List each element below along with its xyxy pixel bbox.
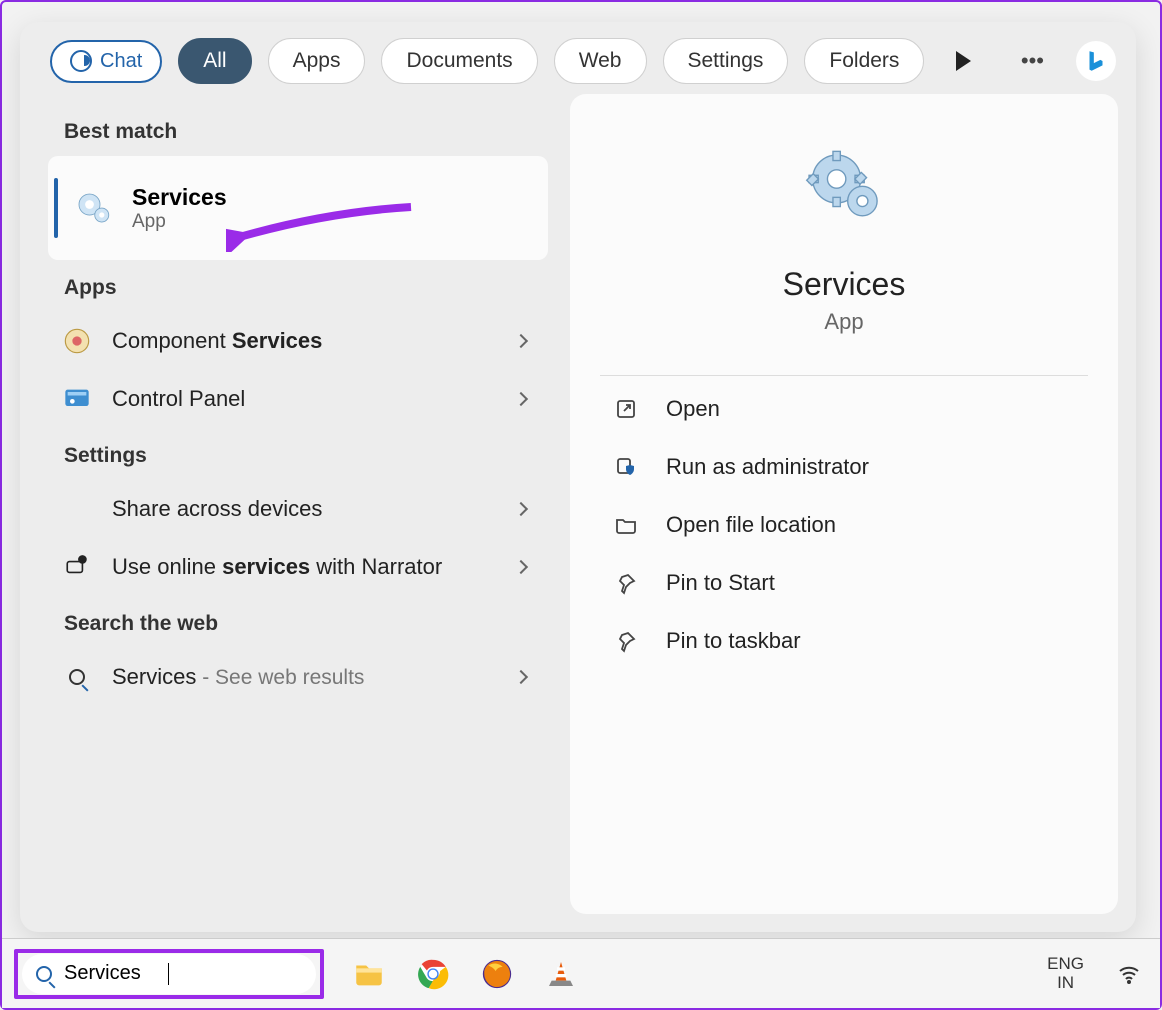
action-pin-start[interactable]: Pin to Start [610, 558, 1078, 608]
folder-icon [614, 513, 638, 537]
search-icon [62, 662, 92, 692]
wifi-icon[interactable] [1110, 955, 1148, 993]
search-icon [36, 966, 52, 982]
tab-settings[interactable]: Settings [663, 38, 789, 84]
action-open-location[interactable]: Open file location [610, 500, 1078, 550]
chevron-right-icon [514, 560, 528, 574]
tab-all[interactable]: All [178, 38, 251, 84]
chat-label: Chat [100, 50, 142, 73]
result-narrator-services[interactable]: Use online services with Narrator [48, 538, 548, 596]
firefox-icon[interactable] [478, 955, 516, 993]
open-icon [614, 397, 638, 421]
language-indicator[interactable]: ENG IN [1047, 955, 1084, 992]
bing-avatar[interactable] [1076, 41, 1116, 81]
taskbar-search-input[interactable] [62, 961, 328, 986]
row-label: Share across devices [112, 496, 496, 522]
pin-icon [614, 571, 638, 595]
divider [600, 375, 1088, 376]
tab-apps[interactable]: Apps [268, 38, 366, 84]
blank-icon [62, 494, 92, 524]
chat-button[interactable]: Chat [50, 40, 162, 83]
more-tabs-icon[interactable] [956, 51, 971, 71]
pin-icon [614, 629, 638, 653]
shield-icon [614, 455, 638, 479]
row-label: Component Services [112, 328, 496, 354]
tab-folders[interactable]: Folders [804, 38, 924, 84]
result-control-panel[interactable]: Control Panel [48, 370, 548, 428]
chrome-icon[interactable] [414, 955, 452, 993]
result-share-devices[interactable]: Share across devices [48, 480, 548, 538]
search-popup: Chat All Apps Documents Web Settings Fol… [20, 22, 1136, 932]
action-pin-taskbar[interactable]: Pin to taskbar [610, 616, 1078, 666]
tab-documents[interactable]: Documents [381, 38, 537, 84]
result-component-services[interactable]: Component Services [48, 312, 548, 370]
result-web-services[interactable]: Services - See web results [48, 648, 548, 706]
preview-panel: Services App Open Run as administrator O… [570, 94, 1118, 914]
services-large-icon [798, 144, 890, 236]
text-cursor [168, 963, 169, 985]
preview-subtitle: App [824, 309, 863, 335]
taskbar-search[interactable] [22, 954, 316, 994]
best-match-title: Services [132, 184, 227, 211]
vlc-icon[interactable] [542, 955, 580, 993]
best-match-result[interactable]: Services App [48, 156, 548, 260]
action-run-admin[interactable]: Run as administrator [610, 442, 1078, 492]
services-gear-icon [72, 187, 114, 229]
preview-title: Services [783, 266, 906, 303]
row-label: Use online services with Narrator [112, 554, 496, 580]
tabs-row: Chat All Apps Documents Web Settings Fol… [20, 22, 1136, 94]
chevron-right-icon [514, 392, 528, 406]
row-label: Services - See web results [112, 664, 496, 690]
taskbar: ENG IN [2, 938, 1160, 1008]
bing-icon [70, 50, 92, 72]
chevron-right-icon [514, 670, 528, 684]
explorer-icon[interactable] [350, 955, 388, 993]
row-label: Control Panel [112, 386, 496, 412]
chevron-right-icon [514, 334, 528, 348]
taskbar-search-highlight [14, 949, 324, 999]
control-panel-icon [62, 384, 92, 414]
section-search-web: Search the web [64, 612, 548, 636]
section-settings: Settings [64, 444, 548, 468]
component-services-icon [62, 326, 92, 356]
section-best-match: Best match [64, 120, 548, 144]
more-dots-icon[interactable]: ••• [1015, 48, 1050, 74]
best-match-type: App [132, 211, 227, 233]
chevron-right-icon [514, 502, 528, 516]
narrator-icon [62, 552, 92, 582]
tab-web[interactable]: Web [554, 38, 647, 84]
action-open[interactable]: Open [610, 384, 1078, 434]
section-apps: Apps [64, 276, 548, 300]
results-column: Best match Services App Apps [38, 94, 548, 914]
